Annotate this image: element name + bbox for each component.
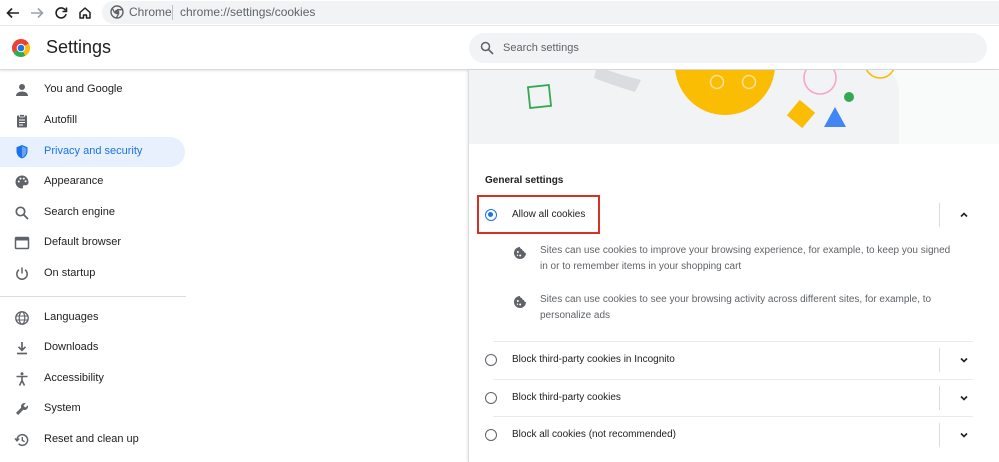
cookies-illustration: [469, 70, 999, 144]
chrome-logo-icon: [11, 39, 31, 58]
clipboard-icon: [17, 114, 27, 128]
cookies-settings-card: General settings Allow all cookies Sites…: [468, 70, 999, 462]
sidebar-item-default-browser[interactable]: Default browser: [0, 228, 185, 258]
back-button[interactable]: [3, 3, 23, 23]
sidebar-item-reset-and-clean-up[interactable]: Reset and clean up: [0, 425, 185, 455]
home-button[interactable]: [75, 3, 95, 23]
arrow-right-icon: [31, 7, 44, 19]
radio-block-all-cookies[interactable]: [485, 429, 497, 441]
sidebar-item-label: Accessibility: [44, 372, 104, 384]
sidebar-item-label: Downloads: [44, 341, 99, 353]
sidebar-item-label: System: [44, 402, 81, 414]
option-label: Block third-party cookies: [512, 392, 621, 403]
forward-button[interactable]: [27, 3, 47, 23]
settings-header: Settings: [0, 26, 999, 70]
detail-text: Sites can use cookies to improve your br…: [540, 245, 951, 272]
download-icon: [17, 342, 27, 355]
power-icon: [16, 267, 28, 280]
sidebar-item-autofill[interactable]: Autofill: [0, 106, 185, 136]
sidebar-item-privacy-and-security[interactable]: Privacy and security: [0, 137, 185, 167]
search-icon: [15, 206, 29, 220]
browser-toolbar: Chrome chrome://settings/cookies: [0, 0, 999, 26]
address-bar[interactable]: Chrome chrome://settings/cookies: [102, 1, 999, 24]
sidebar-item-system[interactable]: System: [0, 394, 185, 424]
person-icon: [16, 84, 28, 96]
sidebar-item-label: Appearance: [44, 175, 104, 187]
cookie-icon: [514, 296, 526, 308]
highlight-box: [477, 195, 600, 234]
search-input[interactable]: [503, 39, 963, 57]
sidebar-divider: [0, 296, 186, 297]
option-label: Block all cookies (not recommended): [512, 429, 676, 440]
chrome-page-icon: [110, 5, 124, 19]
page-title: Settings: [46, 37, 112, 57]
address-url[interactable]: chrome://settings/cookies: [180, 5, 315, 19]
sidebar-item-label: On startup: [44, 267, 96, 279]
detail-text: Sites can use cookies to see your browsi…: [540, 294, 932, 321]
sidebar-item-appearance[interactable]: Appearance: [0, 167, 185, 197]
reload-icon: [55, 7, 68, 19]
radio-block-third-party-incognito[interactable]: [485, 354, 497, 366]
sidebar-item-label: Languages: [44, 311, 99, 323]
sidebar-item-label: Reset and clean up: [44, 433, 139, 445]
sidebar-item-label: Search engine: [44, 206, 115, 218]
arrow-left-icon: [6, 7, 19, 19]
option-block-third-party[interactable]: Block third-party cookies: [477, 380, 974, 416]
search-icon: [480, 41, 494, 55]
sidebar-item-label: Privacy and security: [44, 145, 143, 157]
reload-button[interactable]: [51, 3, 71, 23]
sidebar-item-you-and-google[interactable]: You and Google: [0, 75, 185, 105]
home-icon: [79, 7, 91, 19]
cookie-icon: [514, 247, 526, 259]
option-block-third-party-incognito[interactable]: Block third-party cookies in Incognito: [477, 342, 974, 378]
sidebar-item-languages[interactable]: Languages: [0, 303, 185, 333]
option-separator: [939, 348, 940, 372]
sidebar-item-search-engine[interactable]: Search engine: [0, 198, 185, 228]
section-title-general-settings: General settings: [485, 175, 564, 186]
search-box[interactable]: [469, 33, 987, 63]
chevron-up-icon[interactable]: [958, 209, 970, 221]
option-label: Block third-party cookies in Incognito: [512, 354, 675, 365]
shield-icon: [16, 145, 28, 159]
palette-icon: [15, 175, 29, 189]
sidebar-item-label: You and Google: [44, 83, 123, 95]
address-separator: [172, 5, 173, 20]
wrench-icon: [16, 402, 29, 415]
chevron-down-icon[interactable]: [958, 392, 970, 404]
chevron-down-icon[interactable]: [958, 354, 970, 366]
sidebar-item-label: Autofill: [44, 114, 78, 126]
cookies-illustration-graphic: [469, 70, 999, 144]
option-separator: [939, 386, 940, 410]
option-block-all-cookies[interactable]: Block all cookies (not recommended): [477, 417, 974, 453]
chevron-down-icon[interactable]: [958, 429, 970, 441]
option-separator: [939, 203, 940, 227]
globe-icon: [15, 311, 29, 325]
sidebar-item-on-startup[interactable]: On startup: [0, 259, 185, 289]
sidebar-item-accessibility[interactable]: Accessibility: [0, 364, 185, 394]
accessibility-icon: [16, 372, 28, 386]
address-chip: Chrome: [129, 5, 172, 19]
sidebar-item-downloads[interactable]: Downloads: [0, 333, 185, 363]
history-icon: [14, 434, 29, 447]
browser-window-icon: [14, 236, 30, 250]
option-separator: [939, 423, 940, 447]
sidebar-item-label: Default browser: [44, 236, 122, 248]
radio-block-third-party[interactable]: [485, 392, 497, 404]
